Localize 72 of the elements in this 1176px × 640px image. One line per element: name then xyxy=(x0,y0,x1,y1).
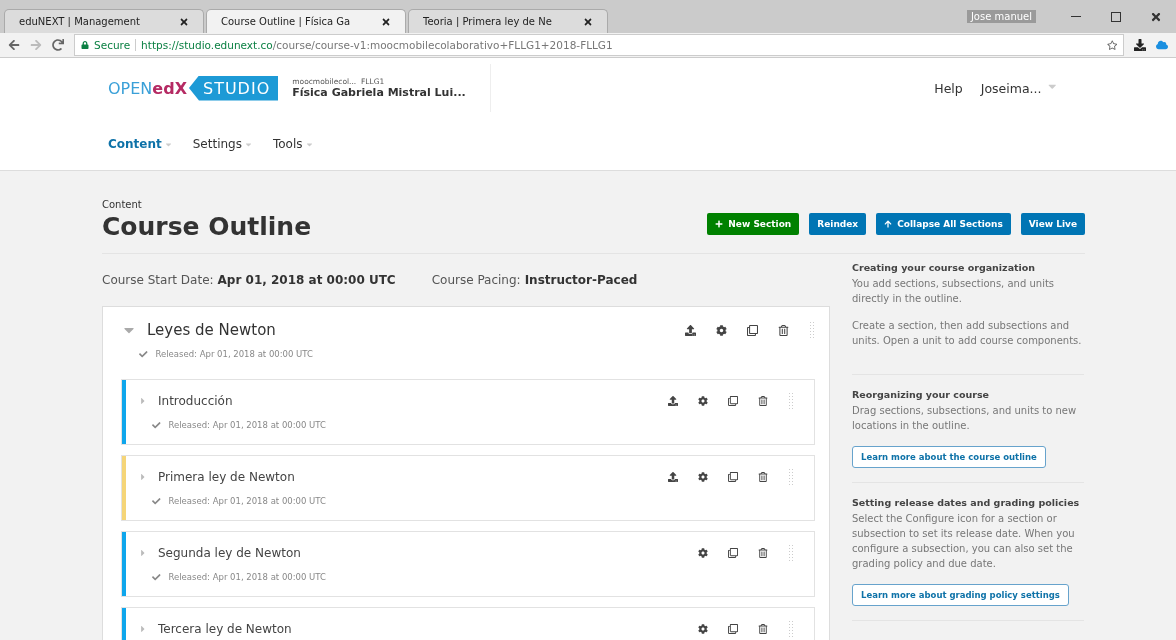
help-text: Drag sections, subsections, and units to new locations in the outline. xyxy=(852,404,1078,433)
browser-tab[interactable]: eduNEXT | Management xyxy=(4,9,204,33)
plus-icon xyxy=(715,220,724,228)
star-icon[interactable] xyxy=(1106,39,1117,51)
help-link[interactable]: Help xyxy=(934,80,963,96)
nav-menu[interactable]: Content xyxy=(108,137,173,151)
start-date: Course Start Date: Apr 01, 2018 at 00:00 UTC xyxy=(102,273,396,287)
arrow-up-icon xyxy=(884,220,893,228)
close-icon[interactable] xyxy=(179,16,189,27)
reload-icon[interactable] xyxy=(52,39,64,51)
help-heading: Reorganizing your course xyxy=(852,389,991,400)
subsection-title[interactable]: Primera ley de Newton xyxy=(158,470,295,484)
check-icon xyxy=(152,496,161,506)
delete-icon[interactable] xyxy=(758,396,768,406)
address-bar[interactable]: Secure https://studio.edunext.co/course/course-v1:moocmobilecolaborativo+FLLG1+2018-FLLG1 xyxy=(74,34,1124,56)
subsection-title[interactable]: Segunda ley de Newton xyxy=(158,546,301,560)
settings-icon[interactable] xyxy=(698,548,708,558)
delete-icon[interactable] xyxy=(758,548,768,558)
release-status: Released: Apr 01, 2018 at 00:00 UTC xyxy=(168,572,326,582)
action-button[interactable]: New Section xyxy=(707,213,800,235)
subsection-title[interactable]: Introducción xyxy=(158,394,233,408)
download-icon[interactable] xyxy=(1134,39,1146,51)
duplicate-icon[interactable] xyxy=(728,396,738,406)
back-icon[interactable] xyxy=(8,39,20,51)
duplicate-icon[interactable] xyxy=(728,548,738,558)
duplicate-icon[interactable] xyxy=(728,624,738,634)
nav-menu[interactable]: Settings xyxy=(192,137,253,151)
course-title[interactable]: Física Gabriela Mistral Lui... xyxy=(292,86,473,99)
delete-icon[interactable] xyxy=(778,324,789,336)
duplicate-icon[interactable] xyxy=(728,472,738,482)
settings-icon[interactable] xyxy=(698,624,708,634)
minimize-icon[interactable] xyxy=(1071,15,1081,18)
user-menu[interactable]: Joseima... xyxy=(980,80,1058,96)
help-heading: Setting release dates and grading policies xyxy=(852,497,1081,508)
browser-tab[interactable]: Teoria | Primera ley de Ne xyxy=(408,9,608,33)
publish-icon[interactable] xyxy=(668,472,678,482)
delete-icon[interactable] xyxy=(758,624,768,634)
release-status: Released: Apr 01, 2018 at 00:00 UTC xyxy=(168,496,326,506)
release-status: Released: Apr 01, 2018 at 00:00 UTC xyxy=(168,420,326,430)
publish-icon[interactable] xyxy=(685,324,696,336)
subsection-title[interactable]: Tercera ley de Newton xyxy=(158,622,292,636)
section-title[interactable]: Leyes de Newton xyxy=(147,321,276,339)
action-button[interactable]: View Live xyxy=(1020,213,1085,235)
close-icon[interactable] xyxy=(381,16,391,27)
check-icon xyxy=(139,349,148,359)
release-status: Released: Apr 01, 2018 at 00:00 UTC xyxy=(155,349,313,359)
settings-icon[interactable] xyxy=(698,472,708,482)
page-title: Course Outline xyxy=(102,212,312,241)
help-text: Create a section, then add subsections and units. Open a unit to add course components. xyxy=(852,319,1083,348)
action-button[interactable]: Collapse All Sections xyxy=(876,213,1011,235)
browser-tab[interactable]: Course Outline | Física Ga xyxy=(206,9,406,33)
course-pacing: Course Pacing: Instructor-Paced xyxy=(431,273,638,287)
learn-more-link[interactable]: Learn more about the course outline xyxy=(852,446,1046,468)
settings-icon[interactable] xyxy=(716,324,727,336)
learn-more-link[interactable]: Learn more about grading policy settings xyxy=(852,584,1069,606)
check-icon xyxy=(152,420,161,430)
page-subtitle: Content xyxy=(102,199,143,210)
duplicate-icon[interactable] xyxy=(747,324,758,336)
close-icon[interactable] xyxy=(1150,10,1162,23)
cloud-icon[interactable] xyxy=(1156,39,1168,51)
help-text: You add sections, subsections, and units directly in the outline. xyxy=(852,277,1056,306)
help-text: Select the Configure icon for a section or subsection to set its release date. When you configure a subsection, you can also set the grading policy and due date. xyxy=(852,512,1076,571)
action-button[interactable]: Reindex xyxy=(809,213,867,235)
lock-icon xyxy=(81,41,89,49)
maximize-icon[interactable] xyxy=(1111,11,1121,22)
publish-icon[interactable] xyxy=(668,396,678,406)
nav-menu[interactable]: Tools xyxy=(272,137,314,151)
close-icon[interactable] xyxy=(583,16,593,27)
help-heading: Creating your course organization xyxy=(852,262,1037,273)
settings-icon[interactable] xyxy=(698,396,708,406)
check-icon xyxy=(152,572,161,582)
delete-icon[interactable] xyxy=(758,472,768,482)
